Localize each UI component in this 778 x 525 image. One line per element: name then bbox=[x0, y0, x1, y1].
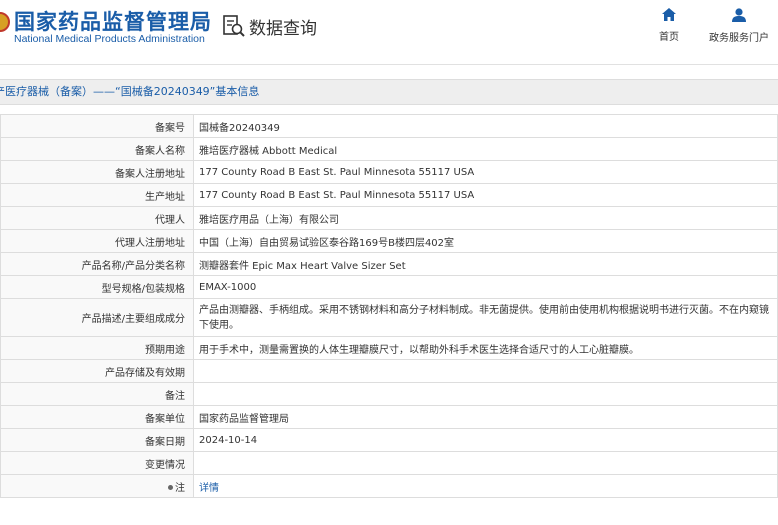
note-label: 注 bbox=[175, 482, 185, 494]
table-row: 备注 bbox=[0, 382, 778, 406]
row-value: 产品由测瓣器、手柄组成。采用不锈钢材料和高分子材料制成。非无菌提供。使用前由使用… bbox=[193, 298, 778, 337]
row-label: 注 bbox=[0, 474, 194, 498]
table-row: 注 详情 bbox=[0, 474, 778, 498]
row-label: 型号规格/包装规格 bbox=[0, 275, 194, 299]
record-title: 国产医疗器械（备案）——“国械备20240349”基本信息 bbox=[0, 85, 260, 98]
row-value: 国械备20240349 bbox=[193, 114, 778, 138]
nav-gov-service[interactable]: 政务服务门户 bbox=[706, 8, 772, 44]
header-divider bbox=[0, 64, 778, 65]
row-label: 备案号 bbox=[0, 114, 194, 138]
row-label: 生产地址 bbox=[0, 183, 194, 207]
table-row: 代理人注册地址 中国（上海）自由贸易试验区泰谷路169号B楼四层402室 bbox=[0, 229, 778, 253]
record-detail-table: 备案号 国械备20240349 备案人名称 雅培医疗器械 Abbott Medica… bbox=[0, 114, 778, 498]
nav-gov-label: 政务服务门户 bbox=[709, 33, 769, 44]
table-row: 代理人 雅培医疗用品（上海）有限公司 bbox=[0, 206, 778, 230]
row-label: 备案人名称 bbox=[0, 137, 194, 161]
row-label: 预期用途 bbox=[0, 336, 194, 360]
row-value: 177 County Road B East St. Paul Minnesot… bbox=[193, 183, 778, 207]
logo-english-name[interactable]: National Medical Products Administration bbox=[14, 33, 205, 45]
row-value: 雅培医疗用品（上海）有限公司 bbox=[193, 206, 778, 230]
home-icon bbox=[662, 8, 676, 21]
table-row: 备案号 国械备20240349 bbox=[0, 114, 778, 138]
nav-home[interactable]: 首页 bbox=[655, 8, 683, 43]
row-label: 代理人 bbox=[0, 206, 194, 230]
row-label: 产品名称/产品分类名称 bbox=[0, 252, 194, 276]
data-query-heading: 数据查询 bbox=[222, 12, 317, 40]
table-row: 产品名称/产品分类名称 测瓣器套件 Epic Max Heart Valve Si… bbox=[0, 252, 778, 276]
table-row: 产品存储及有效期 bbox=[0, 359, 778, 383]
data-search-icon bbox=[223, 15, 245, 37]
row-value: 用于手术中，测量需置换的人体生理瓣膜尺寸，以帮助外科手术医生选择合适尺寸的人工心… bbox=[193, 336, 778, 360]
user-icon bbox=[732, 8, 746, 22]
row-label: 备注 bbox=[0, 382, 194, 406]
table-row: 备案单位 国家药品监督管理局 bbox=[0, 405, 778, 429]
row-value bbox=[193, 359, 778, 383]
row-label: 产品存储及有效期 bbox=[0, 359, 194, 383]
row-value: EMAX-1000 bbox=[193, 275, 778, 299]
table-row: 产品描述/主要组成成分 产品由测瓣器、手柄组成。采用不锈钢材料和高分子材料制成。非… bbox=[0, 298, 778, 337]
row-value bbox=[193, 382, 778, 406]
logo-chinese-name[interactable]: 国家药品监督管理局 bbox=[14, 6, 212, 36]
row-label: 产品描述/主要组成成分 bbox=[0, 298, 194, 337]
note-bullet-icon bbox=[168, 485, 173, 490]
row-value: 测瓣器套件 Epic Max Heart Valve Sizer Set bbox=[193, 252, 778, 276]
row-value bbox=[193, 451, 778, 475]
table-row: 备案人名称 雅培医疗器械 Abbott Medical bbox=[0, 137, 778, 161]
row-value: 雅培医疗器械 Abbott Medical bbox=[193, 137, 778, 161]
table-row: 型号规格/包装规格 EMAX-1000 bbox=[0, 275, 778, 299]
row-label: 备案单位 bbox=[0, 405, 194, 429]
row-value: 详情 bbox=[193, 474, 778, 498]
nmpa-emblem-icon bbox=[0, 12, 10, 32]
nav-home-label: 首页 bbox=[659, 32, 679, 43]
row-value: 2024-10-14 bbox=[193, 428, 778, 452]
row-value: 国家药品监督管理局 bbox=[193, 405, 778, 429]
row-label: 备案日期 bbox=[0, 428, 194, 452]
row-label: 备案人注册地址 bbox=[0, 160, 194, 184]
table-row: 变更情况 bbox=[0, 451, 778, 475]
row-value: 177 County Road B East St. Paul Minnesot… bbox=[193, 160, 778, 184]
table-row: 预期用途 用于手术中，测量需置换的人体生理瓣膜尺寸，以帮助外科手术医生选择合适尺寸… bbox=[0, 336, 778, 360]
site-header: 国家药品监督管理局 National Medical Products Admi… bbox=[0, 0, 778, 64]
record-title-bar: 国产医疗器械（备案）——“国械备20240349”基本信息 bbox=[0, 79, 778, 105]
table-row: 备案人注册地址 177 County Road B East St. Paul M… bbox=[0, 160, 778, 184]
row-label: 代理人注册地址 bbox=[0, 229, 194, 253]
row-label: 变更情况 bbox=[0, 451, 194, 475]
detail-link[interactable]: 详情 bbox=[199, 483, 219, 494]
query-title: 数据查询 bbox=[249, 18, 317, 39]
row-value: 中国（上海）自由贸易试验区泰谷路169号B楼四层402室 bbox=[193, 229, 778, 253]
table-row: 备案日期 2024-10-14 bbox=[0, 428, 778, 452]
table-row: 生产地址 177 County Road B East St. Paul Minn… bbox=[0, 183, 778, 207]
